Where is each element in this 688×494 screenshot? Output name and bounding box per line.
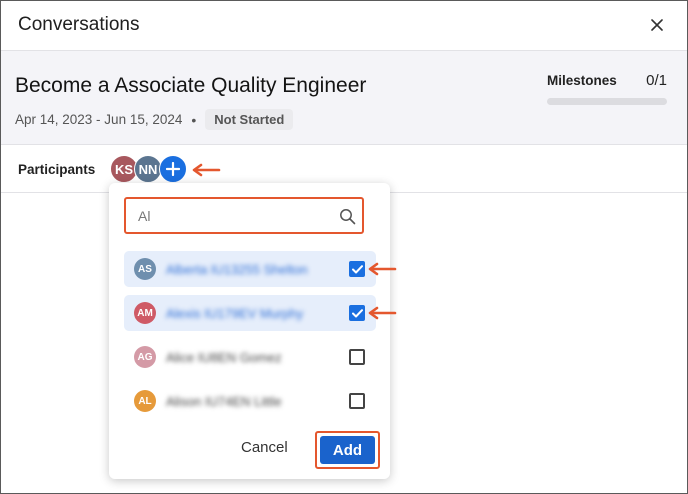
goal-title: Become a Associate Quality Engineer	[15, 74, 367, 97]
user-initials: AG	[137, 351, 153, 363]
close-button[interactable]	[645, 13, 669, 37]
participant-initials: NN	[138, 161, 158, 177]
user-name: Alberta IU13255 Shelton	[166, 261, 308, 277]
goal-meta-separator: •	[191, 111, 197, 128]
user-option[interactable]: AG Alice IU8EN Gomez	[124, 339, 376, 375]
user-name: Alice IU8EN Gomez	[166, 349, 282, 365]
user-name: Alison IU74EN Little	[166, 393, 282, 409]
dialog-header: Conversations	[1, 1, 687, 51]
user-option[interactable]: AL Alison IU74EN Little	[124, 383, 376, 419]
user-avatar: AG	[134, 346, 156, 368]
user-option[interactable]: AS Alberta IU13255 Shelton	[124, 251, 376, 287]
annotation-arrow-icon	[192, 163, 221, 177]
milestones-count: 0/1	[646, 72, 667, 89]
status-badge: Not Started	[205, 109, 294, 130]
user-initials: AM	[137, 307, 153, 319]
user-initials: AL	[138, 395, 152, 407]
user-initials: AS	[138, 263, 152, 275]
search-icon	[340, 209, 356, 225]
goal-meta: Apr 14, 2023 - Jun 15, 2024 • Not Starte…	[15, 109, 294, 130]
close-icon	[651, 19, 663, 31]
user-checkbox[interactable]	[349, 349, 365, 365]
conversations-dialog: Conversations Become a Associate Quality…	[0, 0, 688, 494]
add-button-highlight: Add	[315, 431, 380, 469]
add-participant-button[interactable]	[159, 155, 187, 183]
user-avatar: AL	[134, 390, 156, 412]
user-checkbox[interactable]	[349, 393, 365, 409]
user-avatar: AM	[134, 302, 156, 324]
plus-icon	[166, 162, 180, 176]
milestones-progress-bar	[547, 98, 667, 105]
goal-summary: Become a Associate Quality Engineer Apr …	[1, 51, 687, 145]
participant-avatar[interactable]: NN	[134, 155, 162, 183]
add-button[interactable]: Add	[320, 436, 375, 464]
user-option[interactable]: AM Alexis IU179EV Murphy	[124, 295, 376, 331]
user-name: Alexis IU179EV Murphy	[166, 305, 304, 321]
cancel-button[interactable]: Cancel	[241, 439, 288, 456]
user-checkbox[interactable]	[349, 261, 365, 277]
user-avatar: AS	[134, 258, 156, 280]
annotation-arrow-icon	[368, 306, 397, 320]
milestones-label: Milestones	[547, 73, 617, 88]
user-checkbox[interactable]	[349, 305, 365, 321]
participants-label: Participants	[18, 162, 96, 177]
annotation-arrow-icon	[368, 262, 397, 276]
dialog-title: Conversations	[18, 14, 140, 35]
participant-initials: KS	[114, 161, 134, 177]
search-input[interactable]	[126, 199, 362, 232]
goal-dates: Apr 14, 2023 - Jun 15, 2024	[15, 112, 183, 127]
search-field	[124, 197, 364, 234]
participant-picker: AS Alberta IU13255 Shelton AM Alexis IU1…	[109, 183, 397, 479]
